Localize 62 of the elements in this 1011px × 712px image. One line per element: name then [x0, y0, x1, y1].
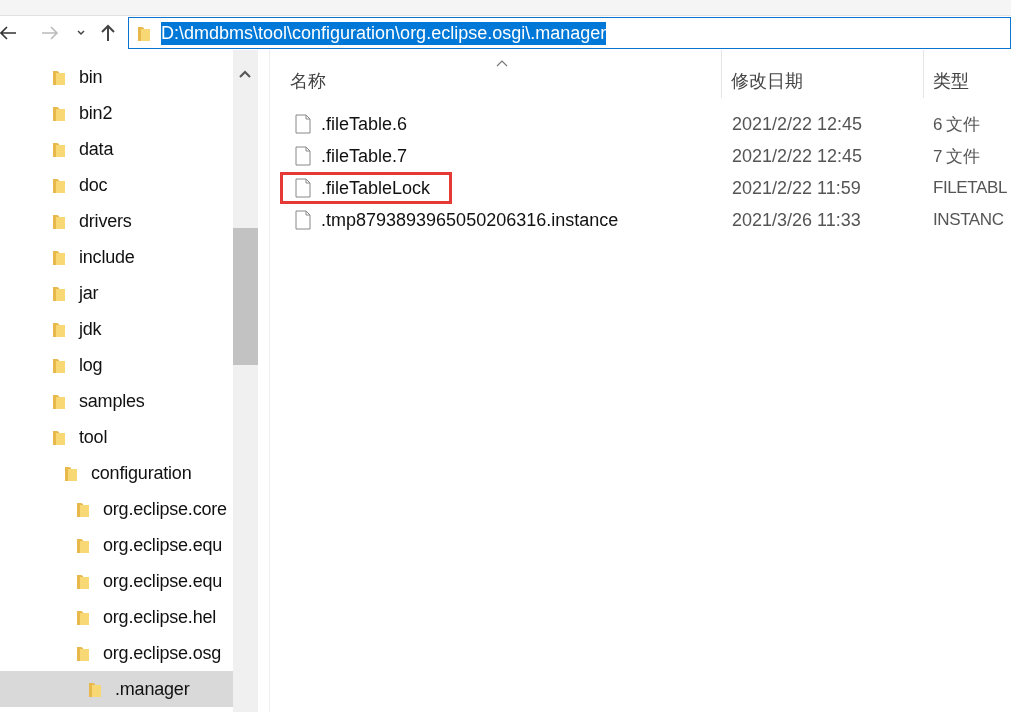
folder-icon — [52, 176, 66, 194]
tree-item[interactable]: org.eclipse.equ — [0, 527, 233, 563]
folder-icon — [52, 392, 66, 410]
tree-item[interactable]: jdk — [0, 311, 233, 347]
tree-item[interactable]: org.eclipse.equ — [0, 563, 233, 599]
folder-icon — [52, 356, 66, 374]
folder-icon — [76, 536, 90, 554]
type-cell: INSTANC — [933, 210, 1004, 230]
folder-icon — [76, 572, 90, 590]
file-name-cell[interactable]: .fileTableLock — [280, 172, 452, 204]
tree-item[interactable]: samples — [0, 383, 233, 419]
tree-item[interactable]: doc — [0, 167, 233, 203]
type-cell: FILETABL — [933, 178, 1007, 198]
tree-item[interactable]: drivers — [0, 203, 233, 239]
tree-item[interactable]: include — [0, 239, 233, 275]
folder-icon — [76, 500, 90, 518]
tree-item[interactable]: bin2 — [0, 95, 233, 131]
sort-caret-icon — [496, 60, 508, 67]
tree-item[interactable]: configuration — [0, 455, 233, 491]
tree-item[interactable]: tool — [0, 419, 233, 455]
chevron-down-icon[interactable] — [76, 28, 86, 38]
type-cell-text: 6 文件 — [933, 113, 980, 136]
modified-date-cell-text: 2021/2/22 12:45 — [732, 113, 864, 135]
folder-icon — [76, 608, 90, 626]
address-field[interactable]: D:\dmdbms\tool\configuration\org.eclipse.osgi\.manager — [128, 17, 1011, 49]
column-header[interactable]: 名称 — [270, 50, 722, 98]
column-header[interactable]: 类型 — [924, 50, 1011, 98]
file-name-cell[interactable]: .fileTable.6 — [280, 108, 700, 140]
tree-item[interactable]: org.eclipse.hel — [0, 599, 233, 635]
folder-icon — [52, 428, 66, 446]
tree-item[interactable]: org.eclipse.osg — [0, 635, 233, 671]
modified-date-cell-text: 2021/2/22 11:59 — [732, 177, 862, 199]
folder-icon — [52, 68, 66, 86]
column-header[interactable]: 修改日期 — [722, 50, 924, 98]
folder-icon — [137, 24, 151, 42]
folder-icon — [52, 320, 66, 338]
type-cell-text: 7 文件 — [933, 145, 980, 168]
tree-item[interactable]: .manager — [0, 671, 233, 707]
modified-date-cell-text: 2021/2/22 12:45 — [732, 145, 864, 167]
folder-icon — [52, 104, 66, 122]
scroll-up-icon[interactable] — [239, 70, 251, 78]
file-icon — [295, 114, 311, 134]
scrollbar-thumb[interactable] — [233, 228, 258, 365]
folder-icon — [76, 644, 90, 662]
folder-icon — [52, 212, 66, 230]
file-icon — [295, 178, 311, 198]
scrollbar[interactable] — [233, 50, 258, 712]
tree-item[interactable]: org.eclipse.core — [0, 491, 233, 527]
tree-item[interactable]: bin — [0, 59, 233, 95]
folder-icon — [64, 464, 78, 482]
folder-icon — [52, 140, 66, 158]
tree-item[interactable]: log — [0, 347, 233, 383]
folder-icon — [88, 680, 102, 698]
tree-item[interactable]: data — [0, 131, 233, 167]
file-name-cell[interactable]: .fileTable.7 — [280, 140, 700, 172]
tree-item[interactable]: jar — [0, 275, 233, 311]
file-icon — [295, 210, 311, 230]
modified-date-cell-text: 2021/3/26 11:33 — [732, 209, 862, 231]
folder-icon — [52, 248, 66, 266]
file-icon — [295, 146, 311, 166]
file-name-cell[interactable]: .tmp8793893965050206316.instance — [280, 204, 700, 236]
folder-icon — [52, 284, 66, 302]
